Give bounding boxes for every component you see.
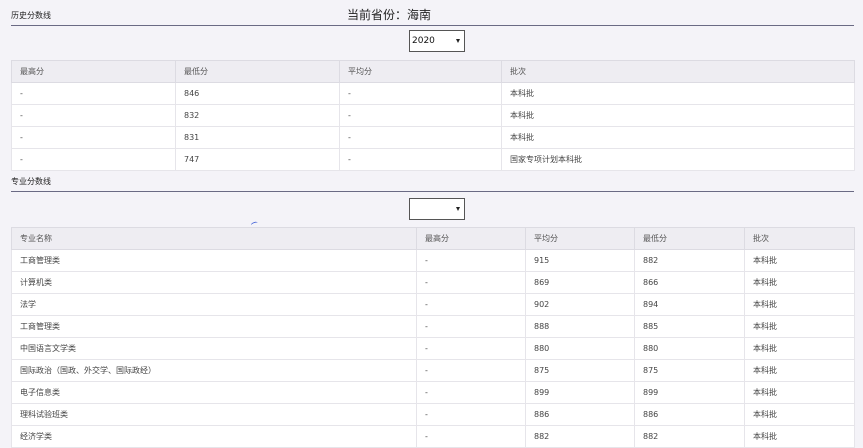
major-divider <box>11 191 854 192</box>
table-cell: 875 <box>634 359 745 382</box>
major-name-cell: 工商管理类 <box>11 249 417 272</box>
table-row: 中国语言文学类 - 880 880 本科批 <box>11 337 855 360</box>
table-cell: 本科批 <box>501 126 855 149</box>
major-name-cell: 经济学类 <box>11 425 417 448</box>
table-cell: - <box>11 82 176 105</box>
table-cell: - <box>416 293 526 316</box>
column-header: 批次 <box>501 60 855 83</box>
table-cell: 本科批 <box>501 82 855 105</box>
major-name-cell: 计算机类 <box>11 271 417 294</box>
year-select-value: 2020 <box>412 36 435 46</box>
current-province-label: 当前省份：海南 <box>347 8 432 22</box>
year-select[interactable]: 2020 <box>409 30 465 52</box>
table-cell: - <box>11 126 176 149</box>
column-header: 最高分 <box>11 60 176 83</box>
table-cell: - <box>339 126 502 149</box>
column-header: 批次 <box>744 227 855 250</box>
major-name-cell: 法学 <box>11 293 417 316</box>
table-cell: 866 <box>634 271 745 294</box>
table-row: - 747 - 国家专项计划本科批 <box>11 148 855 171</box>
table-cell: - <box>416 249 526 272</box>
table-cell: - <box>416 359 526 382</box>
major-filter-select[interactable] <box>409 198 465 220</box>
table-cell: 880 <box>525 337 635 360</box>
table-cell: 本科批 <box>744 293 855 316</box>
table-cell: 本科批 <box>501 104 855 127</box>
table-cell: 888 <box>525 315 635 338</box>
table-cell: - <box>416 381 526 404</box>
table-cell: 885 <box>634 315 745 338</box>
table-cell: - <box>416 271 526 294</box>
table-cell: - <box>11 104 176 127</box>
table-cell: 本科批 <box>744 425 855 448</box>
column-header: 专业名称 <box>11 227 417 250</box>
table-cell: 882 <box>634 249 745 272</box>
major-name-cell: 电子信息类 <box>11 381 417 404</box>
major-name-cell: 中国语言文学类 <box>11 337 417 360</box>
table-cell: 899 <box>634 381 745 404</box>
table-cell: 882 <box>525 425 635 448</box>
table-cell: 747 <box>175 148 340 171</box>
table-cell: 国家专项计划本科批 <box>501 148 855 171</box>
table-row: - 831 - 本科批 <box>11 126 855 149</box>
table-cell: 846 <box>175 82 340 105</box>
table-row: 经济学类 - 882 882 本科批 <box>11 425 855 448</box>
table-row: 国际政治（国政、外交学、国际政经） - 875 875 本科批 <box>11 359 855 382</box>
table-row: 工商管理类 - 915 882 本科批 <box>11 249 855 272</box>
history-score-table: 最高分 最低分 平均分 批次 - 846 - 本科批 - 832 - 本科批 -… <box>11 60 855 171</box>
table-row: 计算机类 - 869 866 本科批 <box>11 271 855 294</box>
table-row: 工商管理类 - 888 885 本科批 <box>11 315 855 338</box>
table-row: - 832 - 本科批 <box>11 104 855 127</box>
table-header-row: 专业名称 最高分 平均分 最低分 批次 <box>11 227 855 250</box>
table-row: 理科试验班类 - 886 886 本科批 <box>11 403 855 426</box>
table-cell: 886 <box>525 403 635 426</box>
table-cell: 831 <box>175 126 340 149</box>
column-header: 最高分 <box>416 227 526 250</box>
major-name-cell: 理科试验班类 <box>11 403 417 426</box>
table-cell: 本科批 <box>744 271 855 294</box>
column-header: 平均分 <box>525 227 635 250</box>
table-cell: - <box>339 104 502 127</box>
column-header: 平均分 <box>339 60 502 83</box>
table-cell: 886 <box>634 403 745 426</box>
table-cell: - <box>416 337 526 360</box>
column-header: 最低分 <box>634 227 745 250</box>
table-cell: - <box>339 148 502 171</box>
major-section-title: 专业分数线 <box>11 177 51 186</box>
history-divider <box>11 25 854 26</box>
major-name-cell: 工商管理类 <box>11 315 417 338</box>
table-cell: - <box>416 425 526 448</box>
table-cell: 本科批 <box>744 337 855 360</box>
table-cell: 894 <box>634 293 745 316</box>
history-section-title: 历史分数线 <box>11 11 51 20</box>
table-cell: 882 <box>634 425 745 448</box>
table-cell: - <box>339 82 502 105</box>
table-cell: 本科批 <box>744 381 855 404</box>
column-header: 最低分 <box>175 60 340 83</box>
chevron-down-icon <box>456 207 460 211</box>
table-cell: - <box>416 403 526 426</box>
major-name-cell: 国际政治（国政、外交学、国际政经） <box>11 359 417 382</box>
table-cell: 915 <box>525 249 635 272</box>
table-cell: 880 <box>634 337 745 360</box>
table-cell: - <box>11 148 176 171</box>
chevron-down-icon <box>456 39 460 43</box>
table-cell: 875 <box>525 359 635 382</box>
table-cell: 本科批 <box>744 403 855 426</box>
table-cell: - <box>416 315 526 338</box>
table-cell: 899 <box>525 381 635 404</box>
table-row: 电子信息类 - 899 899 本科批 <box>11 381 855 404</box>
table-cell: 832 <box>175 104 340 127</box>
table-cell: 本科批 <box>744 359 855 382</box>
table-row: - 846 - 本科批 <box>11 82 855 105</box>
table-row: 法学 - 902 894 本科批 <box>11 293 855 316</box>
table-cell: 902 <box>525 293 635 316</box>
table-cell: 本科批 <box>744 249 855 272</box>
table-cell: 本科批 <box>744 315 855 338</box>
major-score-table: 专业名称 最高分 平均分 最低分 批次 工商管理类 - 915 882 本科批 … <box>11 227 855 448</box>
table-header-row: 最高分 最低分 平均分 批次 <box>11 60 855 83</box>
table-cell: 869 <box>525 271 635 294</box>
